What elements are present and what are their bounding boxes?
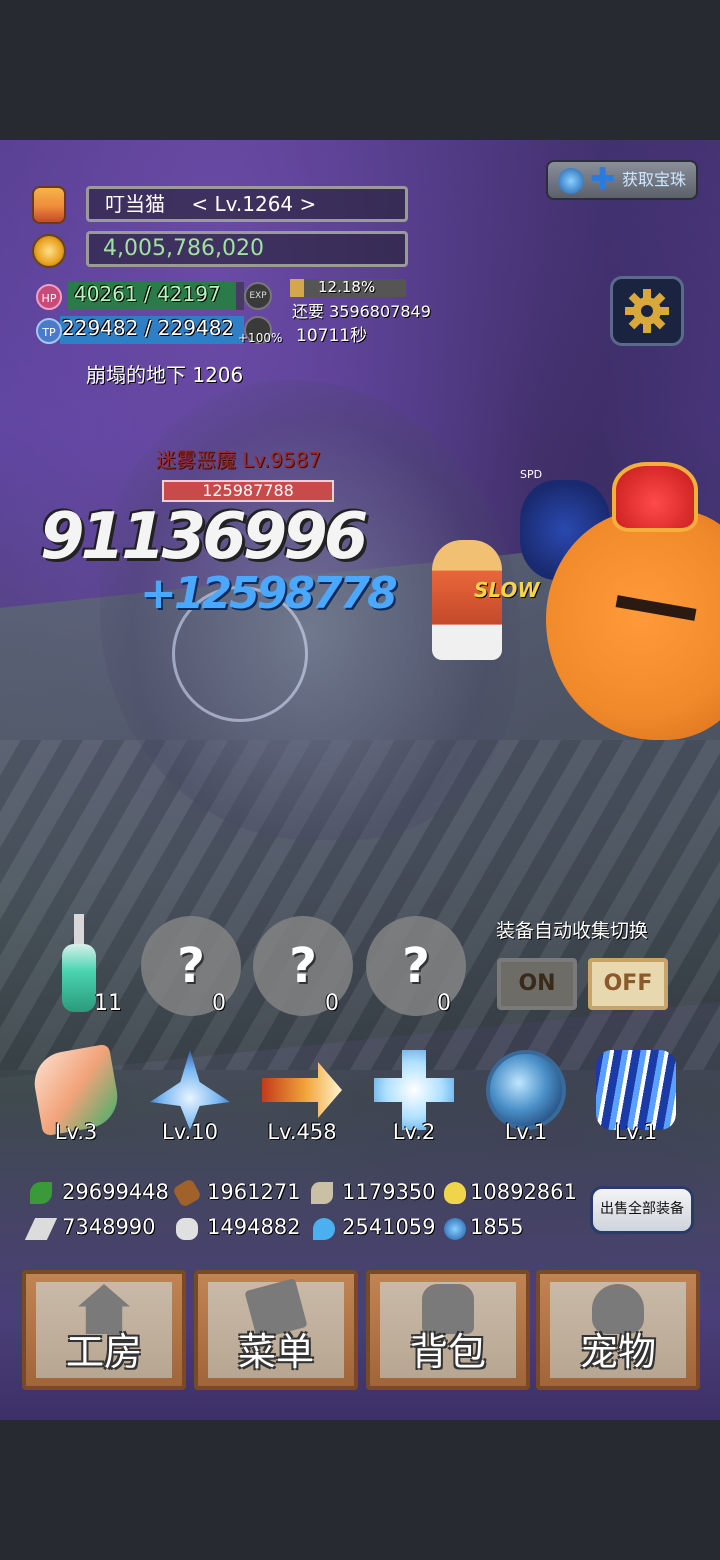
item-slot-3[interactable]: ? bbox=[366, 916, 466, 1016]
spd-status: SPD bbox=[520, 468, 543, 481]
gold-amount: 4,005,786,020 bbox=[103, 236, 264, 261]
resource-herb: 29699448 bbox=[62, 1180, 169, 1204]
skill-orb-shield[interactable]: Lv.1 bbox=[480, 1048, 572, 1144]
enemy-name: 迷雾恶魔 Lv.9587 bbox=[156, 448, 322, 472]
get-orb-button[interactable]: ✚ 获取宝珠 bbox=[546, 160, 698, 200]
resource-ingot: 7348990 bbox=[62, 1215, 156, 1239]
skill-ice-sword[interactable]: Lv.10 bbox=[144, 1048, 236, 1144]
player-name: 叮当猫 bbox=[105, 192, 165, 216]
player-level: < Lv.1264 > bbox=[191, 192, 317, 216]
resource-seed: 10892861 bbox=[470, 1180, 577, 1204]
gold-panel: 4,005,786,020 bbox=[86, 231, 408, 267]
item-slot-2-count: 0 bbox=[325, 991, 339, 1016]
menu-backpack-label: 背包 bbox=[409, 1330, 486, 1374]
fire-arrow-icon bbox=[262, 1062, 342, 1118]
potion-slot[interactable] bbox=[62, 914, 96, 1014]
menu-pet-label: 宠物 bbox=[579, 1330, 656, 1374]
time-remaining: 10711秒 bbox=[296, 326, 368, 346]
skill-feather[interactable]: Lv.3 bbox=[29, 1043, 123, 1144]
auto-collect-off-button[interactable]: OFF bbox=[588, 958, 668, 1010]
player-name-panel: 叮当猫 < Lv.1264 > bbox=[86, 186, 408, 222]
exp-icon: EXP bbox=[244, 282, 272, 310]
resource-gem: 1855 bbox=[470, 1215, 524, 1239]
settings-button[interactable] bbox=[610, 276, 684, 346]
hp-heart-icon: HP bbox=[36, 284, 62, 310]
exp-percent: 12.18% bbox=[318, 278, 376, 296]
item-slot-1[interactable]: ? bbox=[141, 916, 241, 1016]
menu-backpack[interactable]: 背包 bbox=[366, 1270, 530, 1390]
menu-main-label: 菜单 bbox=[237, 1330, 314, 1374]
potion-icon bbox=[74, 914, 84, 948]
exp-bonus: +100% bbox=[238, 331, 283, 345]
resource-wood: 1961271 bbox=[207, 1180, 301, 1204]
menu-main[interactable]: 菜单 bbox=[194, 1270, 358, 1390]
flame-icon bbox=[313, 1218, 335, 1240]
exp-remaining: 还要 3596807849 bbox=[292, 302, 431, 321]
resource-feather: 1179350 bbox=[342, 1180, 436, 1204]
auto-collect-on-button[interactable]: ON bbox=[497, 958, 577, 1010]
resource-flame: 2541059 bbox=[342, 1215, 436, 1239]
item-slot-1-count: 0 bbox=[212, 991, 226, 1016]
tp-value: 229482 / 229482 bbox=[62, 316, 235, 340]
orb-icon bbox=[558, 168, 584, 194]
seed-icon bbox=[444, 1182, 466, 1204]
potion-count: 11 bbox=[94, 991, 122, 1016]
enemy-hp-bar: 125987788 bbox=[162, 480, 334, 502]
tp-heart-icon: TP bbox=[36, 318, 62, 344]
item-slot-3-count: 0 bbox=[437, 991, 451, 1016]
gold-coin-icon bbox=[32, 234, 66, 268]
exp-bar-fill bbox=[290, 279, 305, 297]
feather-icon bbox=[311, 1182, 333, 1204]
hp-value: 40261 / 42197 bbox=[74, 282, 221, 306]
player-avatar bbox=[32, 186, 66, 224]
slow-status: SLOW bbox=[474, 578, 540, 602]
gem-icon bbox=[444, 1218, 466, 1240]
cross-icon bbox=[374, 1050, 454, 1130]
lightning-icon bbox=[596, 1050, 676, 1130]
damage-number: 91136996 bbox=[40, 500, 368, 574]
skill-holy-cross[interactable]: Lv.2 bbox=[368, 1048, 460, 1144]
menu-workshop-label: 工房 bbox=[65, 1330, 142, 1374]
gear-icon bbox=[625, 289, 669, 333]
resource-ore: 1494882 bbox=[207, 1215, 301, 1239]
ore-icon bbox=[176, 1218, 198, 1240]
skill-fire-arrow[interactable]: Lv.458 bbox=[256, 1048, 348, 1144]
auto-collect-label: 装备自动收集切换 bbox=[496, 920, 649, 942]
menu-workshop[interactable]: 工房 bbox=[22, 1270, 186, 1390]
menu-pet[interactable]: 宠物 bbox=[536, 1270, 700, 1390]
sell-all-button[interactable]: 出售全部装备 bbox=[590, 1186, 694, 1234]
orb-icon bbox=[486, 1050, 566, 1130]
herb-icon bbox=[30, 1182, 52, 1204]
damage-number-secondary: +12598778 bbox=[140, 568, 398, 619]
plus-icon: ✚ bbox=[590, 162, 616, 197]
location-label: 崩塌的地下 1206 bbox=[86, 363, 244, 387]
ice-sword-icon bbox=[150, 1050, 230, 1130]
skill-lightning[interactable]: Lv.1 bbox=[590, 1048, 682, 1144]
pet-crown bbox=[612, 462, 698, 532]
